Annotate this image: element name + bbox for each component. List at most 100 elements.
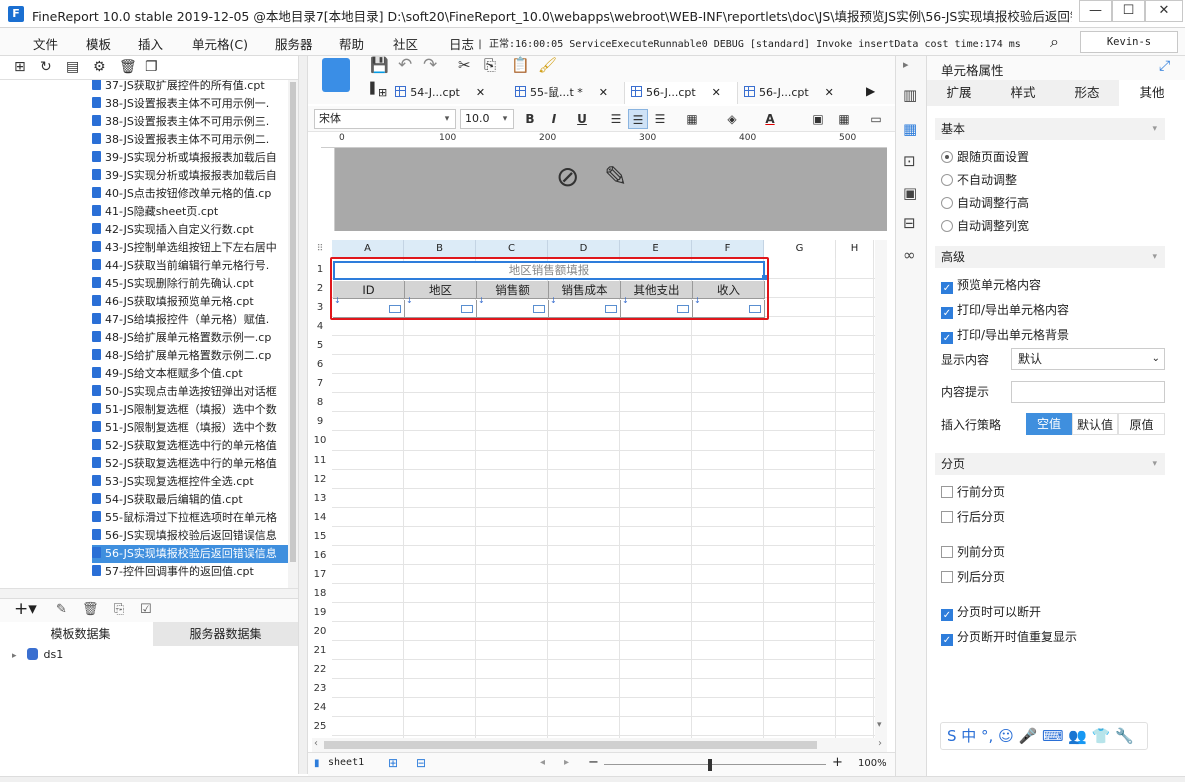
- preview-icon[interactable]: ⎘: [114, 602, 124, 617]
- tree-item[interactable]: 49-JS给文本框赋多个值.cpt: [92, 365, 288, 383]
- row-header-11[interactable]: 11: [308, 451, 332, 470]
- cell-properties-icon[interactable]: ▥: [903, 86, 917, 104]
- menu-template[interactable]: 模板: [86, 34, 111, 53]
- user-account-button[interactable]: Kevin-s: [1080, 31, 1178, 53]
- column-header-e[interactable]: E: [620, 240, 692, 258]
- tree-item[interactable]: 52-JS获取复选框选中行的单元格值: [92, 455, 288, 473]
- ime-toolbar[interactable]: S 中 °, ☺ 🎤 ⌨ 👥 👕 🔧: [940, 722, 1148, 750]
- tree-item[interactable]: 42-JS实现插入自定义行数.cpt: [92, 221, 288, 239]
- edit-icon[interactable]: ✎: [56, 602, 67, 617]
- tree-item[interactable]: 57-控件回调事件的返回值.cpt: [92, 563, 288, 581]
- search-icon[interactable]: ⌕: [1050, 32, 1059, 52]
- horizontal-scrollbar[interactable]: ‹ ›: [312, 738, 887, 752]
- scroll-right-icon[interactable]: ›: [878, 738, 882, 749]
- tree-item[interactable]: 45-JS实现删除行前先确认.cpt: [92, 275, 288, 293]
- file-tab-55[interactable]: 55-鼠...t * ✕: [497, 82, 623, 104]
- font-color-icon[interactable]: A: [760, 109, 780, 129]
- tree-item[interactable]: 53-JS实现复选框控件全选.cpt: [92, 473, 288, 491]
- check-page-after-col[interactable]: 列后分页: [941, 569, 1005, 585]
- menu-file[interactable]: 文件: [33, 34, 58, 53]
- tree-item[interactable]: 47-JS给填报控件（单元格）赋值.: [92, 311, 288, 329]
- underline-button[interactable]: U: [572, 109, 592, 129]
- close-tab-icon[interactable]: ✕: [599, 86, 608, 99]
- check-print-background[interactable]: ✓ 打印/导出单元格背景: [941, 327, 1069, 344]
- tree-item[interactable]: 39-JS实现分析或填报报表加载后自: [92, 149, 288, 167]
- template-info-icon[interactable]: ▤: [66, 59, 79, 75]
- column-header-d[interactable]: D: [548, 240, 620, 258]
- close-tab-icon[interactable]: ✕: [712, 86, 721, 99]
- cell-attributes-icon[interactable]: ▦: [903, 120, 917, 138]
- radio-follow-page[interactable]: 跟随页面设置: [941, 149, 1029, 165]
- tab-scroll-icon[interactable]: ▐: [366, 82, 374, 102]
- zoom-slider-track[interactable]: [604, 764, 826, 765]
- tree-item[interactable]: 51-JS限制复选框（填报）选中个数: [92, 401, 288, 419]
- tree-item[interactable]: 40-JS点击按钮修改单元格的值.cp: [92, 185, 288, 203]
- pin-icon[interactable]: ⤢: [1159, 58, 1170, 74]
- zoom-out-icon[interactable]: −: [588, 755, 599, 770]
- prev-sheet-icon[interactable]: ◂: [540, 757, 545, 768]
- row-header-13[interactable]: 13: [308, 489, 332, 508]
- template-type-icon[interactable]: [322, 58, 350, 92]
- undo-icon[interactable]: ↶: [398, 55, 412, 75]
- row-header-3[interactable]: 3: [308, 298, 332, 317]
- delete-dataset-icon[interactable]: 🗑: [82, 602, 99, 617]
- check-page-before-col[interactable]: 列前分页: [941, 544, 1005, 560]
- tab-style[interactable]: 样式: [991, 80, 1055, 106]
- file-tab-56-other[interactable]: 56-J...cpt ✕: [744, 82, 856, 104]
- hide-header-icon[interactable]: ⊘: [556, 160, 579, 193]
- hyperlink-icon[interactable]: ∞: [903, 246, 916, 264]
- menu-cell[interactable]: 单元格(C): [192, 34, 248, 53]
- log-label[interactable]: 日志: [449, 34, 474, 53]
- tab-expand[interactable]: 扩展: [927, 80, 991, 106]
- tab-template-datasets[interactable]: 模板数据集: [8, 622, 153, 646]
- content-tip-input[interactable]: [1011, 381, 1165, 403]
- row-header-2[interactable]: 2: [308, 279, 332, 298]
- tab-form[interactable]: 形态: [1055, 80, 1119, 106]
- tree-item[interactable]: 50-JS实现点击单选按钮弹出对话框: [92, 383, 288, 401]
- scroll-thumb[interactable]: [324, 741, 817, 749]
- condition-icon[interactable]: ⊟: [903, 214, 916, 232]
- check-icon[interactable]: ☑: [140, 602, 152, 617]
- widget-icon[interactable]: ▣: [903, 184, 917, 202]
- tree-item[interactable]: 55-鼠标滑过下拉框选项时在单元格: [92, 509, 288, 527]
- file-tab-56-active[interactable]: 56-J...cpt ✕: [624, 82, 738, 104]
- menu-help[interactable]: 帮助: [339, 34, 364, 53]
- align-left-icon[interactable]: ☰: [606, 109, 626, 129]
- tree-item[interactable]: 52-JS获取复选框选中行的单元格值: [92, 437, 288, 455]
- scroll-left-icon[interactable]: ‹: [314, 738, 318, 749]
- sheet-tab[interactable]: sheet1: [328, 757, 364, 768]
- zoom-level[interactable]: 100%: [858, 758, 887, 769]
- save-icon[interactable]: 💾: [370, 56, 389, 74]
- zoom-slider-thumb[interactable]: [708, 759, 712, 771]
- refresh-icon[interactable]: ↻: [40, 59, 52, 75]
- tree-item[interactable]: 44-JS获取当前编辑行单元格行号.: [92, 257, 288, 275]
- row-header-23[interactable]: 23: [308, 679, 332, 698]
- check-print-content[interactable]: ✓ 打印/导出单元格内容: [941, 302, 1069, 319]
- cell-element-icon[interactable]: ⊡: [903, 152, 916, 170]
- border-icon[interactable]: ▦: [682, 109, 702, 129]
- check-page-after-row[interactable]: 行后分页: [941, 509, 1005, 525]
- align-center-icon[interactable]: ☰: [628, 109, 648, 129]
- close-button[interactable]: ✕: [1145, 0, 1183, 22]
- italic-button[interactable]: I: [544, 109, 564, 129]
- tree-item[interactable]: 48-JS给扩展单元格置数示例二.cp: [92, 347, 288, 365]
- tree-item[interactable]: 46-JS获取填报预览单元格.cpt: [92, 293, 288, 311]
- add-dataset-icon[interactable]: +▾: [14, 599, 37, 619]
- tree-item[interactable]: 38-JS设置报表主体不可用示例一.: [92, 95, 288, 113]
- tab-server-datasets[interactable]: 服务器数据集: [153, 622, 298, 646]
- row-header-12[interactable]: 12: [308, 470, 332, 489]
- menu-community[interactable]: 社区: [393, 34, 418, 53]
- row-header-17[interactable]: 17: [308, 565, 332, 584]
- column-header-f[interactable]: F: [692, 240, 764, 258]
- row-header-25[interactable]: 25: [308, 717, 332, 736]
- dataset-item[interactable]: ▸ ds1: [12, 648, 63, 661]
- check-page-break-allowed[interactable]: ✓ 分页时可以断开: [941, 604, 1041, 621]
- scroll-down-icon[interactable]: ▾: [877, 720, 882, 730]
- radio-auto-row-height[interactable]: 自动调整行高: [941, 195, 1029, 211]
- row-header-18[interactable]: 18: [308, 584, 332, 603]
- maximize-button[interactable]: ☐: [1112, 0, 1145, 22]
- section-paging[interactable]: 分页 ▾: [935, 453, 1165, 475]
- collapse-arrow-icon[interactable]: ▸: [903, 58, 909, 71]
- paste-icon[interactable]: 📋: [511, 56, 530, 74]
- more-icon[interactable]: ▭: [866, 109, 886, 129]
